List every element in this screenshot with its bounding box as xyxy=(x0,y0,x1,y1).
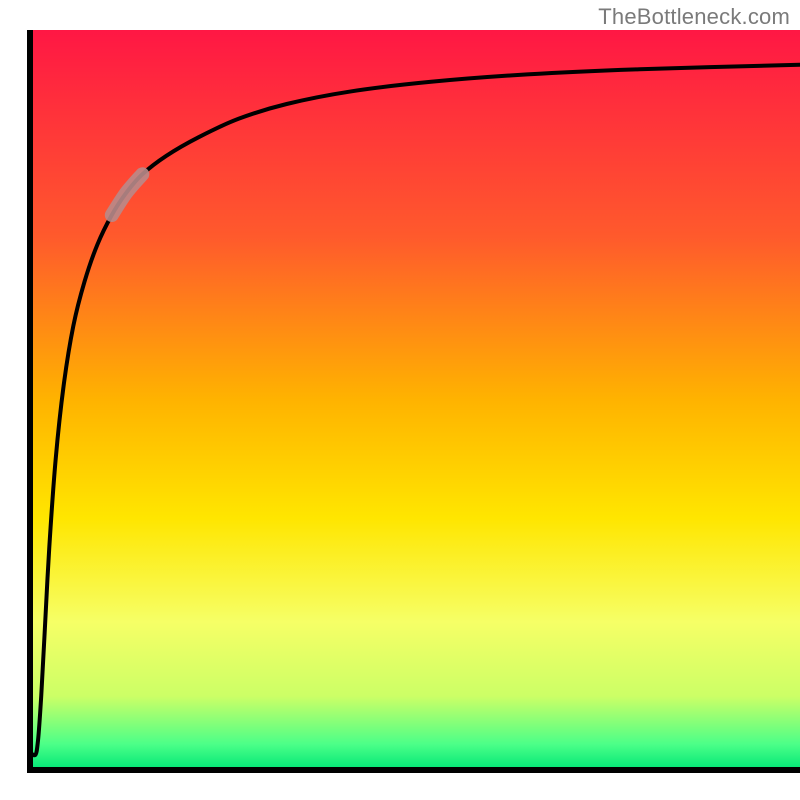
gradient-background xyxy=(30,30,800,770)
attribution-label: TheBottleneck.com xyxy=(598,4,790,30)
bottleneck-chart xyxy=(0,0,800,800)
chart-stage: TheBottleneck.com xyxy=(0,0,800,800)
